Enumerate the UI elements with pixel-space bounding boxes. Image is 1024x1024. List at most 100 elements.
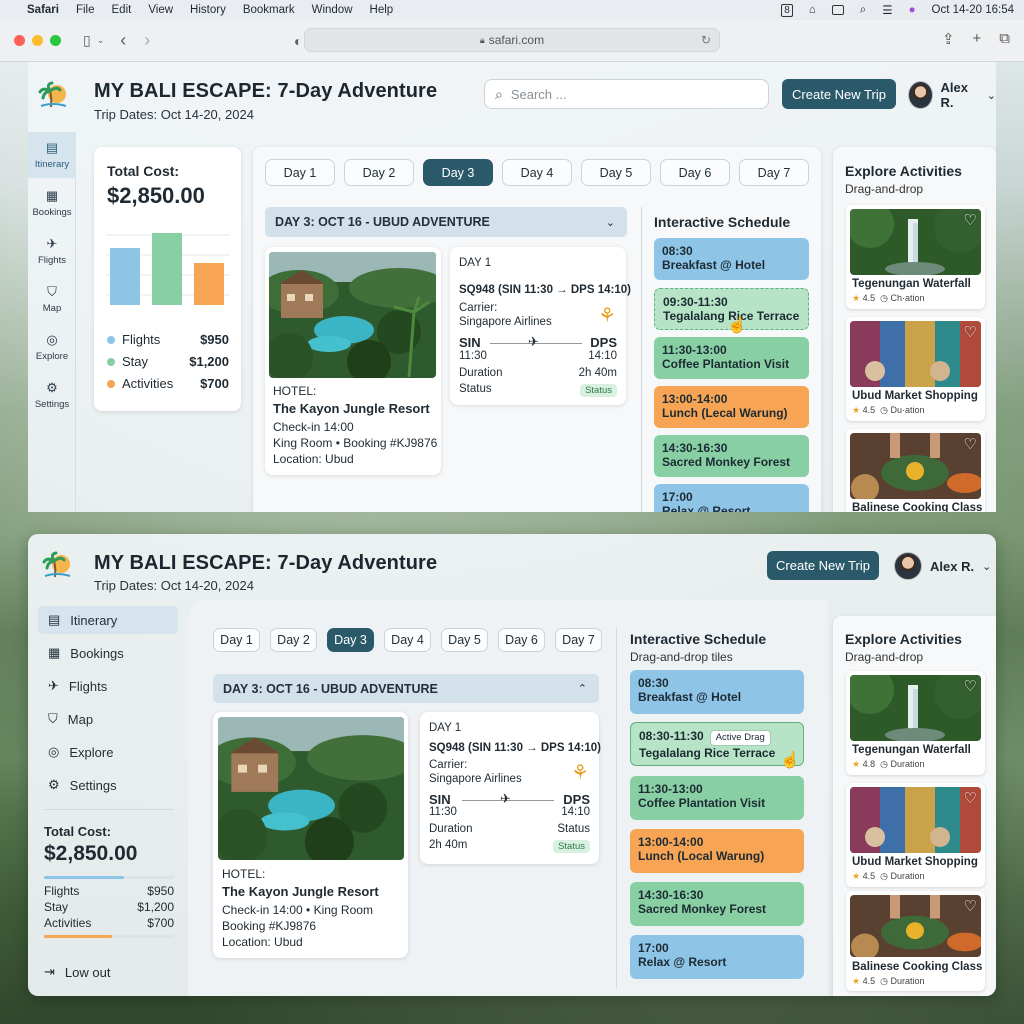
back-button[interactable]: ‹ — [120, 30, 126, 51]
share-icon[interactable]: ⇪ — [942, 30, 955, 48]
heart-icon[interactable]: ♡ — [964, 677, 977, 695]
siri-icon[interactable]: ● — [909, 4, 916, 16]
heart-icon[interactable]: ♡ — [964, 323, 977, 341]
menu-help[interactable]: Help — [370, 4, 394, 16]
user-name: Alex R. — [940, 80, 969, 110]
sidebar-chevron-icon[interactable]: ⌄ — [97, 35, 105, 46]
sidebar-item-flights[interactable]: ✈ Flights — [38, 672, 178, 700]
menu-clock[interactable]: Oct 14-20 16:54 — [932, 4, 1014, 16]
create-new-trip-button[interactable]: Create New Trip — [782, 79, 896, 109]
heart-icon[interactable]: ♡ — [964, 789, 977, 807]
flight-card[interactable]: DAY 1 SQ948 (SIN 11:30 → DPS 14:10) Carr… — [420, 712, 601, 864]
tab-day-4[interactable]: Day 4 — [384, 628, 431, 652]
menu-file[interactable]: File — [76, 4, 95, 16]
forward-button[interactable]: › — [144, 30, 150, 51]
close-window-button[interactable] — [14, 35, 25, 46]
battery-icon[interactable] — [831, 5, 844, 15]
activity-card[interactable]: ♡ Tegenungan Waterfall ★ 4.5 ◷ Ch·ation — [846, 205, 985, 309]
heart-icon[interactable]: ♡ — [964, 435, 977, 453]
tab-overview-icon[interactable]: ⧉ — [999, 30, 1010, 48]
resort-photo — [269, 252, 436, 378]
tab-day-7[interactable]: Day 7 — [739, 159, 809, 186]
tab-day-1[interactable]: Day 1 — [265, 159, 335, 186]
control-center-icon[interactable]: ☰ — [882, 3, 892, 17]
logout-button[interactable]: ⇥ Low out — [44, 964, 110, 980]
sidebar-item-bookings[interactable]: ▦ Bookings — [38, 639, 178, 667]
menu-view[interactable]: View — [148, 4, 173, 16]
sidebar-item-settings[interactable]: ⚙ Settings — [28, 372, 76, 418]
user-menu[interactable]: Alex R. ⌄ — [894, 552, 991, 580]
user-menu[interactable]: Alex R. ⌄ — [908, 80, 996, 110]
tab-day-2[interactable]: Day 2 — [270, 628, 317, 652]
keyboard-icon[interactable]: 8 — [781, 3, 793, 17]
lock-status-icon[interactable]: ⌂ — [809, 4, 816, 16]
tile-time: 11:30-13:00 — [662, 343, 727, 357]
schedule-tile[interactable]: 13:00-14:00 Lunch (Local Warung) — [630, 829, 804, 873]
tab-day-5[interactable]: Day 5 — [581, 159, 651, 186]
activity-card[interactable]: ♡ Tegenungan Waterfall ★ 4.8 ◷ Duration — [846, 671, 985, 775]
schedule-tile[interactable]: 13:00-14:00 Lunch (Lecal Warung) — [654, 386, 809, 428]
flight-card[interactable]: DAY 1 SQ948 (SIN 11:30 → DPS 14:10) Carr… — [450, 247, 631, 405]
sidebar-item-explore[interactable]: ◎ Explore — [38, 738, 178, 766]
hand-cursor-icon: ☝ — [780, 752, 800, 769]
menu-window[interactable]: Window — [312, 4, 353, 16]
hotel-card[interactable]: HOTEL: The Kayon Jungle Resort Check-in … — [213, 712, 408, 958]
activity-card[interactable]: ♡ Ubud Market Shopping ★ 4.5 ◷ Du·ation — [846, 317, 985, 421]
tab-day-5[interactable]: Day 5 — [441, 628, 488, 652]
flight-day: DAY 1 — [429, 722, 462, 734]
sidebar-item-map[interactable]: ⛉ Map — [38, 705, 178, 733]
reload-icon[interactable]: ↻ — [701, 33, 711, 47]
day-header[interactable]: DAY 3: OCT 16 - UBUD ADVENTURE ⌃ — [213, 674, 599, 703]
legend-label: Flights — [122, 332, 161, 347]
address-bar[interactable]: 🔒︎ safari.com ↻ — [304, 28, 720, 52]
hotel-card[interactable]: HOTEL: The Kayon Jungle Resort Check-in … — [265, 247, 441, 475]
heart-icon[interactable]: ♡ — [964, 211, 977, 229]
schedule-tile[interactable]: 14:30-16:30 Sacred Monkey Forest — [630, 882, 804, 926]
sidebar-toggle-icon[interactable]: ▯ — [83, 32, 91, 49]
tab-day-7[interactable]: Day 7 — [555, 628, 602, 652]
schedule-tile[interactable]: 11:30-13:00 Coffee Plantation Visit — [654, 337, 809, 379]
zoom-window-button[interactable] — [50, 35, 61, 46]
tab-day-1[interactable]: Day 1 — [213, 628, 260, 652]
sidebar-item-itinerary[interactable]: ▤ Itinerary — [38, 606, 178, 634]
schedule-tile[interactable]: 14:30-16:30 Sacred Monkey Forest — [654, 435, 809, 477]
schedule-tile[interactable]: 17:00 Relax @ Resort — [654, 484, 809, 512]
menu-bookmark[interactable]: Bookmark — [243, 4, 295, 16]
activity-name: Balinese Cooking Class — [852, 502, 983, 512]
create-new-trip-button[interactable]: Create New Trip — [767, 551, 879, 580]
sidebar-item-explore[interactable]: ◎ Explore — [28, 324, 76, 370]
menu-edit[interactable]: Edit — [112, 4, 132, 16]
sidebar-item-itinerary[interactable]: ▤ Itinerary — [28, 132, 76, 178]
menu-history[interactable]: History — [190, 4, 226, 16]
tab-day-6[interactable]: Day 6 — [498, 628, 545, 652]
activity-card[interactable]: ♡ Ubud Market Shopping ★ 4.5 ◷ Duration — [846, 783, 985, 887]
activity-card[interactable]: ♡ Balinese Cooking Class — [846, 429, 985, 512]
tab-day-3[interactable]: Day 3 — [327, 628, 374, 652]
activity-card[interactable]: ♡ Balinese Cooking Class ★ 4.5 ◷ Duratio… — [846, 891, 985, 991]
minimize-window-button[interactable] — [32, 35, 43, 46]
schedule-tile[interactable]: 08:30 Breakfast @ Hotel — [654, 238, 809, 280]
sidebar-item-flights[interactable]: ✈ Flights — [28, 228, 76, 274]
total-cost-label: Total Cost: — [44, 824, 111, 839]
search-input[interactable]: ⌕ Search ... — [484, 79, 769, 109]
rating: 4.5 — [862, 405, 876, 415]
sidebar-item-settings[interactable]: ⚙ Settings — [38, 771, 178, 799]
tab-day-4[interactable]: Day 4 — [502, 159, 572, 186]
duration-label: Duration — [429, 823, 473, 835]
privacy-shield-icon[interactable]: ◐ — [294, 33, 302, 49]
new-tab-icon[interactable]: + — [973, 30, 982, 48]
heart-icon[interactable]: ♡ — [964, 897, 977, 915]
tab-day-3[interactable]: Day 3 — [423, 159, 493, 186]
tab-day-6[interactable]: Day 6 — [660, 159, 730, 186]
schedule-tile[interactable]: 08:30 Breakfast @ Hotel — [630, 670, 804, 714]
sidebar-item-bookings[interactable]: ▦ Bookings — [28, 180, 76, 226]
schedule-tile[interactable]: 11:30-13:00 Coffee Plantation Visit — [630, 776, 804, 820]
sidebar-item-map[interactable]: ⛉ Map — [28, 276, 76, 322]
logout-icon: ⇥ — [44, 964, 55, 979]
schedule-tile-dragging[interactable]: 08:30-11:30 Active Drag Tegalalang Rice T… — [630, 722, 804, 766]
spotlight-icon[interactable]: ⌕ — [860, 4, 866, 17]
menu-app-name[interactable]: Safari — [27, 4, 59, 16]
schedule-tile[interactable]: 17:00 Relax @ Resort — [630, 935, 804, 979]
tab-day-2[interactable]: Day 2 — [344, 159, 414, 186]
day-header[interactable]: DAY 3: OCT 16 - UBUD ADVENTURE ⌄ — [265, 207, 627, 237]
